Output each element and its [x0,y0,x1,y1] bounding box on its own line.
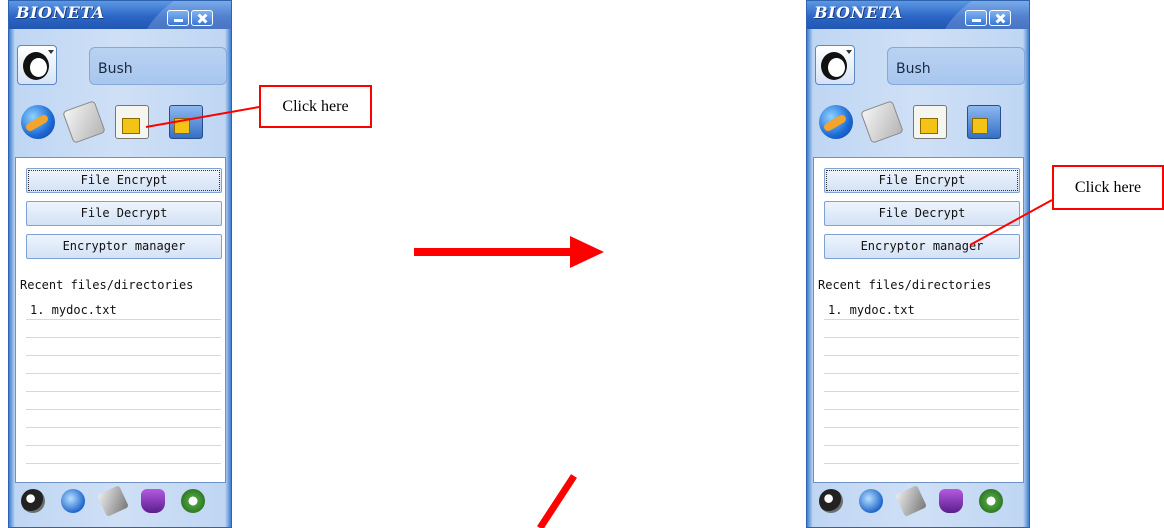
callout-click-here-right: Click here [1052,165,1164,210]
flow-arrow-right [414,236,604,268]
callout-pointer-right [969,199,1053,246]
annotation-overlay [145,106,1053,528]
callout-click-here-left: Click here [259,85,372,128]
flow-arrow-down [537,474,577,528]
callout-pointer-left [145,106,260,128]
